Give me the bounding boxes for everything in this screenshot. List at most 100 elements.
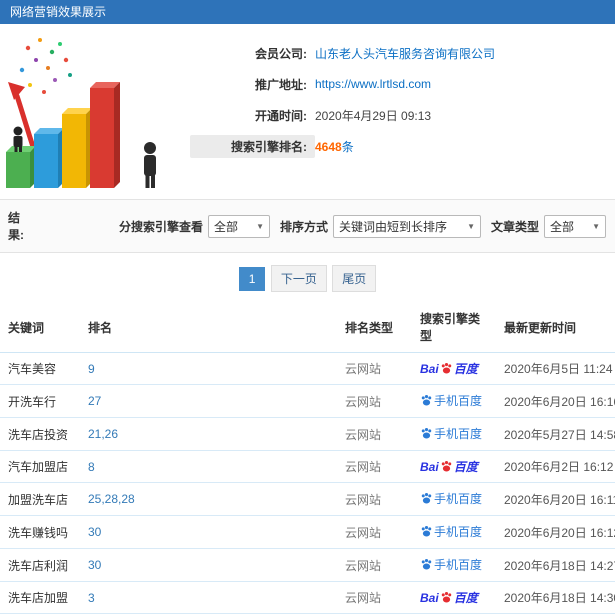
table-row: 开洗车行 27 云网站 Bai百度 手机百度 2020年6月20日 16:16 xyxy=(0,384,615,418)
table-body: 汽车美容 9 云网站 Bai百度 手机百度 2020年6月5日 11:24 开洗… xyxy=(0,352,615,614)
table-row: 洗车店投资 21,26 云网站 Bai百度 手机百度 2020年5月27日 14… xyxy=(0,417,615,451)
top-section: 会员公司: 山东老人头汽车服务咨询有限公司 推广地址: https://www.… xyxy=(0,24,615,199)
keyword-cell: 洗车店利润 xyxy=(8,558,69,573)
person-large xyxy=(144,142,156,188)
col-engine-type: 搜索引擎类型 xyxy=(412,302,496,353)
next-page-button[interactable]: 下一页 xyxy=(270,265,327,292)
sort-filter-group: 排序方式 关键词由短到长排序 ▼ xyxy=(280,214,482,238)
baidu-logo: Bai 百度 xyxy=(420,361,478,377)
mobile-baidu-paw-icon xyxy=(420,394,433,407)
baidu-paw-icon xyxy=(440,362,453,375)
page-1-button[interactable]: 1 xyxy=(238,267,266,291)
col-rank: 排名 xyxy=(80,302,337,353)
mobile-baidu-paw-icon xyxy=(420,492,433,505)
update-time-cell: 2020年6月5日 11:24 xyxy=(504,362,613,376)
bars xyxy=(6,82,120,188)
keyword-cell: 洗车店投资 xyxy=(8,427,69,442)
update-time-cell: 2020年6月20日 16:16 xyxy=(504,394,615,409)
results-table: 关键词 排名 排名类型 搜索引擎类型 最新更新时间 汽车美容 9 云网站 Bai… xyxy=(0,302,615,614)
info-row-url: 推广地址: https://www.lrtlsd.com xyxy=(190,73,615,95)
article-type-select[interactable]: 全部 ▼ xyxy=(544,214,607,238)
col-rank-type: 排名类型 xyxy=(337,302,412,353)
table-row: 汽车美容 9 云网站 Bai百度 手机百度 2020年6月5日 11:24 xyxy=(0,352,615,385)
company-label: 会员公司: xyxy=(255,46,307,61)
open-time-label: 开通时间: xyxy=(255,108,307,123)
rank-link[interactable]: 3 xyxy=(88,591,95,605)
rank-link[interactable]: 27 xyxy=(88,394,101,408)
rank-type-cell: 云网站 xyxy=(345,492,382,507)
page-title: 网络营销效果展示 xyxy=(10,5,107,19)
engine-filter-select[interactable]: 全部 ▼ xyxy=(208,214,270,238)
page-header: 网络营销效果展示 xyxy=(0,0,615,24)
mobile-baidu-logo: 手机百度 xyxy=(420,425,482,442)
rank-link[interactable]: 21,26 xyxy=(88,427,118,441)
table-row: 加盟洗车店 25,28,28 云网站 Bai百度 手机百度 2020年6月20日… xyxy=(0,482,615,516)
baidu-logo: Bai 百度 xyxy=(420,590,478,606)
table-row: 洗车店利润 30 云网站 Bai百度 手机百度 2020年6月18日 14:27 xyxy=(0,548,615,582)
mobile-baidu-paw-icon xyxy=(420,558,433,571)
col-keyword: 关键词 xyxy=(0,302,80,353)
promo-url-link[interactable]: https://www.lrtlsd.com xyxy=(315,77,431,91)
baidu-paw-icon xyxy=(440,460,453,473)
rank-link[interactable]: 8 xyxy=(88,460,95,474)
rank-count-value: 4648条 xyxy=(315,140,354,154)
table-row: 洗车店加盟 3 云网站 Bai百度 手机百度 2020年6月18日 14:30 xyxy=(0,581,615,614)
rank-link[interactable]: 30 xyxy=(88,558,101,572)
company-info: 会员公司: 山东老人头汽车服务咨询有限公司 推广地址: https://www.… xyxy=(190,30,615,195)
sort-select[interactable]: 关键词由短到长排序 ▼ xyxy=(333,214,482,238)
col-update-time: 最新更新时间 xyxy=(496,302,615,353)
rank-type-cell: 云网站 xyxy=(345,427,382,442)
rank-type-cell: 云网站 xyxy=(345,394,382,409)
update-time-cell: 2020年6月18日 14:27 xyxy=(504,558,615,573)
mobile-baidu-logo: 手机百度 xyxy=(420,490,482,507)
result-label: 结果: xyxy=(8,211,24,242)
sort-label: 排序方式 xyxy=(280,219,329,234)
mobile-baidu-paw-icon xyxy=(420,427,433,440)
rank-type-cell: 云网站 xyxy=(345,460,382,474)
confetti-dots xyxy=(19,38,72,94)
table-row: 汽车加盟店 8 云网站 Bai百度 手机百度 2020年6月2日 16:12 xyxy=(0,450,615,483)
rank-link[interactable]: 9 xyxy=(88,362,95,376)
rank-count-label: 搜索引擎排名: xyxy=(190,135,315,158)
mobile-baidu-paw-icon xyxy=(420,525,433,538)
engine-filter-group: 分搜索引擎查看 全部 ▼ xyxy=(118,214,270,238)
keyword-cell: 汽车美容 xyxy=(8,362,57,376)
article-type-label: 文章类型 xyxy=(491,219,540,234)
table-header-row: 关键词 排名 排名类型 搜索引擎类型 最新更新时间 xyxy=(0,302,615,353)
keyword-cell: 加盟洗车店 xyxy=(8,492,69,507)
mobile-baidu-logo: 手机百度 xyxy=(420,523,482,540)
baidu-paw-icon xyxy=(440,591,453,604)
rank-link[interactable]: 25,28,28 xyxy=(88,492,135,506)
keyword-cell: 开洗车行 xyxy=(8,394,57,409)
update-time-cell: 2020年6月2日 16:12 xyxy=(504,460,614,474)
mobile-baidu-logo: 手机百度 xyxy=(420,556,482,573)
update-time-cell: 2020年6月20日 16:12 xyxy=(504,525,615,540)
rank-type-cell: 云网站 xyxy=(345,362,382,376)
rank-type-cell: 云网站 xyxy=(345,591,382,605)
keyword-cell: 洗车赚钱吗 xyxy=(8,525,69,540)
chevron-down-icon: ▼ xyxy=(467,221,476,231)
open-time-value: 2020年4月29日 09:13 xyxy=(315,108,432,123)
rank-type-cell: 云网站 xyxy=(345,525,382,540)
engine-filter-label: 分搜索引擎查看 xyxy=(118,219,203,234)
rank-link[interactable]: 30 xyxy=(88,525,101,539)
filter-bar: 结果: 分搜索引擎查看 全部 ▼ 排序方式 关键词由短到长排序 ▼ 文章类型 全… xyxy=(0,199,615,253)
baidu-logo: Bai 百度 xyxy=(420,459,478,475)
info-row-rank-count: 搜索引擎排名: 4648条 xyxy=(190,135,615,158)
update-time-cell: 2020年6月18日 14:30 xyxy=(504,591,615,605)
info-row-company: 会员公司: 山东老人头汽车服务咨询有限公司 xyxy=(190,42,615,64)
update-time-cell: 2020年5月27日 14:58 xyxy=(504,427,615,442)
info-row-open-time: 开通时间: 2020年4月29日 09:13 xyxy=(190,104,615,126)
promo-url-label: 推广地址: xyxy=(255,77,307,92)
keyword-cell: 洗车店加盟 xyxy=(8,591,69,605)
table-row: 洗车赚钱吗 30 云网站 Bai百度 手机百度 2020年6月20日 16:12 xyxy=(0,515,615,549)
rank-type-cell: 云网站 xyxy=(345,558,382,573)
chevron-down-icon: ▼ xyxy=(592,221,601,231)
article-type-group: 文章类型 全部 ▼ xyxy=(491,214,607,238)
company-name-link[interactable]: 山东老人头汽车服务咨询有限公司 xyxy=(315,45,495,62)
last-page-button[interactable]: 尾页 xyxy=(332,265,377,292)
pagination: 1 下一页 尾页 xyxy=(0,253,615,302)
chart-illustration xyxy=(6,38,156,188)
update-time-cell: 2020年6月20日 16:11 xyxy=(504,492,615,507)
keyword-cell: 汽车加盟店 xyxy=(8,460,69,474)
